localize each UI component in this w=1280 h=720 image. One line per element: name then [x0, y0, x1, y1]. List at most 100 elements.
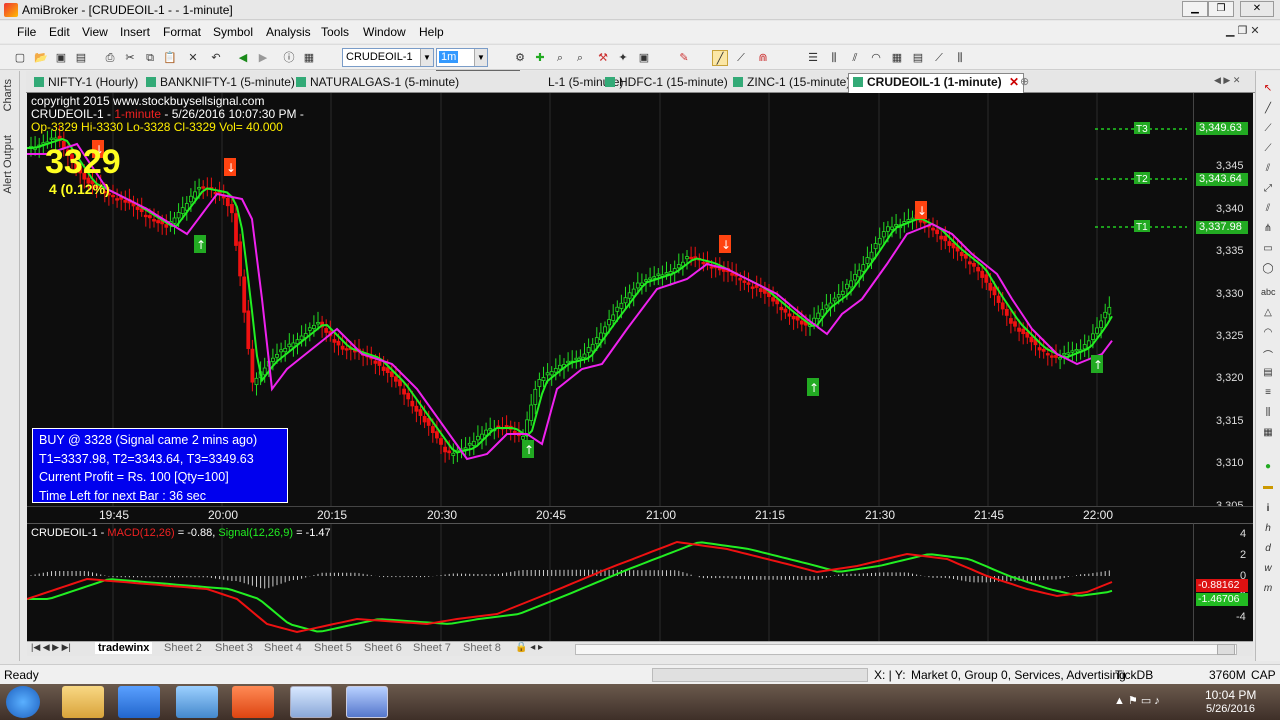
- link-icon[interactable]: ⚙: [512, 50, 528, 66]
- undo-icon[interactable]: ↶: [208, 50, 224, 66]
- back-icon[interactable]: ◀: [235, 50, 251, 66]
- fib-icon[interactable]: ≡: [1261, 387, 1275, 401]
- sheet-tab-8[interactable]: Sheet 8: [460, 642, 504, 654]
- triangle-app-icon[interactable]: [346, 686, 388, 718]
- tab-hdfc[interactable]: HDFC-1 (15-minute): [601, 74, 732, 92]
- sheet-nav-arrows[interactable]: |◀ ◀ ▶ ▶|: [31, 642, 71, 653]
- price-y-axis[interactable]: 3,345 3,340 3,335 3,330 3,325 3,320 3,31…: [1193, 93, 1253, 506]
- menu-edit[interactable]: Edit: [49, 25, 70, 39]
- new-icon[interactable]: ▢: [12, 50, 28, 66]
- menu-symbol[interactable]: Symbol: [213, 25, 253, 39]
- fibonacci-icon[interactable]: ▤: [910, 50, 926, 66]
- grid-icon[interactable]: ▦: [889, 50, 905, 66]
- vertical-lines-icon[interactable]: ⫼: [826, 50, 842, 66]
- info-icon[interactable]: i: [1261, 503, 1275, 517]
- magnet-icon[interactable]: ⋒: [755, 50, 771, 66]
- save-all-icon[interactable]: ▤: [73, 50, 89, 66]
- ray-icon[interactable]: ⟋: [1261, 123, 1275, 137]
- print-icon[interactable]: ⎙: [102, 50, 118, 66]
- hammer-icon[interactable]: ⚒: [595, 50, 611, 66]
- arc-icon[interactable]: ◠: [868, 50, 884, 66]
- pointer-icon[interactable]: ↖: [1261, 83, 1275, 97]
- parallel-icon[interactable]: ⫽: [1261, 163, 1275, 177]
- tab-scroll-arrows[interactable]: ◀ ▶ ✕: [1214, 75, 1240, 86]
- triangle-icon[interactable]: △: [1261, 307, 1275, 321]
- explorer-icon[interactable]: [62, 686, 104, 718]
- trend-icon[interactable]: ⟋: [1261, 143, 1275, 157]
- gann-icon[interactable]: ▤: [1261, 367, 1275, 381]
- pitchfork-icon[interactable]: ⋔: [1261, 223, 1275, 237]
- sheet-tab-2[interactable]: Sheet 2: [161, 642, 205, 654]
- interval-dropdown-arrow-icon[interactable]: ▼: [474, 49, 487, 66]
- menu-tools[interactable]: Tools: [321, 25, 349, 39]
- tray-icons[interactable]: ▲ ⚑ ▭ ♪: [1114, 694, 1160, 707]
- rectangle-icon[interactable]: ▭: [1261, 243, 1275, 257]
- copy-icon[interactable]: ⧉: [142, 50, 158, 66]
- sheet-tab-7[interactable]: Sheet 7: [410, 642, 454, 654]
- media-player-icon[interactable]: [118, 686, 160, 718]
- w-icon[interactable]: w: [1261, 563, 1275, 577]
- tab-naturalgas[interactable]: NATURALGAS-1 (5-minute): [292, 74, 462, 92]
- close-button[interactable]: ✕: [1240, 1, 1274, 17]
- lock-icon[interactable]: 🔒 ◂ ▸: [515, 642, 543, 653]
- sell-arrow-icon[interactable]: ▬: [1261, 481, 1275, 495]
- paste-icon[interactable]: 📋: [162, 50, 178, 66]
- draw-ray-icon[interactable]: ⟋: [733, 50, 749, 66]
- fib-time-icon[interactable]: ⫼: [952, 50, 968, 66]
- zoom-in-icon[interactable]: ⌕: [552, 50, 568, 66]
- minimize-button[interactable]: ▁: [1182, 1, 1208, 17]
- quote-editor-icon[interactable]: ▦: [301, 50, 317, 66]
- horizontal-scrollbar[interactable]: [575, 644, 1237, 655]
- cycle-icon[interactable]: ⌒: [1261, 347, 1275, 362]
- wand-icon[interactable]: ✦: [615, 50, 631, 66]
- m-icon[interactable]: m: [1261, 583, 1275, 597]
- text-icon[interactable]: abc: [1261, 287, 1276, 301]
- fib-fan-icon[interactable]: ⟋: [931, 50, 947, 66]
- add-icon[interactable]: ✚: [532, 50, 548, 66]
- menu-help[interactable]: Help: [419, 25, 444, 39]
- macd-y-axis[interactable]: 4 2 0 -2 -4 -0.88162 -1.46706: [1193, 523, 1253, 641]
- new-tab-icon[interactable]: ⊕: [1020, 75, 1029, 88]
- fib-time-icon[interactable]: ⫼: [1261, 407, 1275, 421]
- buy-arrow-icon[interactable]: ●: [1261, 461, 1275, 475]
- draw-line-icon[interactable]: ╱: [712, 50, 728, 66]
- cut-icon[interactable]: ✂: [122, 50, 138, 66]
- notepad-icon[interactable]: [176, 686, 218, 718]
- line-icon[interactable]: ╱: [1261, 103, 1275, 117]
- mdi-controls[interactable]: ▁ ❐ ✕: [1226, 24, 1260, 37]
- d-icon[interactable]: d: [1261, 543, 1275, 557]
- sheet-tab-3[interactable]: Sheet 3: [212, 642, 256, 654]
- amibroker-task-icon[interactable]: [290, 686, 332, 718]
- close-tab-icon[interactable]: ✕: [1009, 75, 1019, 89]
- arc-icon[interactable]: ◠: [1261, 327, 1275, 341]
- symbol-combobox[interactable]: CRUDEOIL-1 ▼: [342, 48, 434, 67]
- sheet-tab-4[interactable]: Sheet 4: [261, 642, 305, 654]
- open-icon[interactable]: 📂: [33, 50, 49, 66]
- extend-icon[interactable]: ⤢: [1261, 183, 1275, 197]
- grid-icon[interactable]: ▦: [1261, 427, 1275, 441]
- sheet-tab-5[interactable]: Sheet 5: [311, 642, 355, 654]
- recorder-icon[interactable]: [232, 686, 274, 718]
- tab-crudeoil[interactable]: CRUDEOIL-1 (1-minute) ✕: [848, 73, 1025, 93]
- menu-format[interactable]: Format: [163, 25, 201, 39]
- tab-zinc[interactable]: ZINC-1 (15-minute): [729, 74, 854, 92]
- start-button[interactable]: [6, 686, 40, 718]
- forward-icon[interactable]: ▶: [255, 50, 271, 66]
- tab-banknifty[interactable]: BANKNIFTY-1 (5-minute): [142, 74, 299, 92]
- charts-tab[interactable]: Charts: [2, 79, 14, 111]
- interval-combobox[interactable]: 1m ▼: [436, 48, 488, 67]
- time-x-axis[interactable]: 19:45 20:00 20:15 20:30 20:45 21:00 21:1…: [27, 506, 1253, 523]
- delete-icon[interactable]: ✕: [185, 50, 201, 66]
- h-icon[interactable]: h: [1261, 523, 1275, 537]
- menu-view[interactable]: View: [82, 25, 108, 39]
- sheet-tab-6[interactable]: Sheet 6: [361, 642, 405, 654]
- alert-output-tab[interactable]: Alert Output: [2, 135, 14, 194]
- symbol-dropdown-arrow-icon[interactable]: ▼: [420, 49, 433, 66]
- tab-nifty-hourly[interactable]: NIFTY-1 (Hourly): [30, 74, 142, 92]
- menu-window[interactable]: Window: [363, 25, 406, 39]
- horizontal-line-icon[interactable]: ☰: [805, 50, 821, 66]
- scrollbar-thumb[interactable]: [1217, 644, 1235, 655]
- color-pen-icon[interactable]: ✎: [676, 50, 692, 66]
- macd-pane[interactable]: CRUDEOIL-1 - MACD(12,26) = -0.88, Signal…: [27, 523, 1193, 642]
- restore-button[interactable]: ❐: [1208, 1, 1234, 17]
